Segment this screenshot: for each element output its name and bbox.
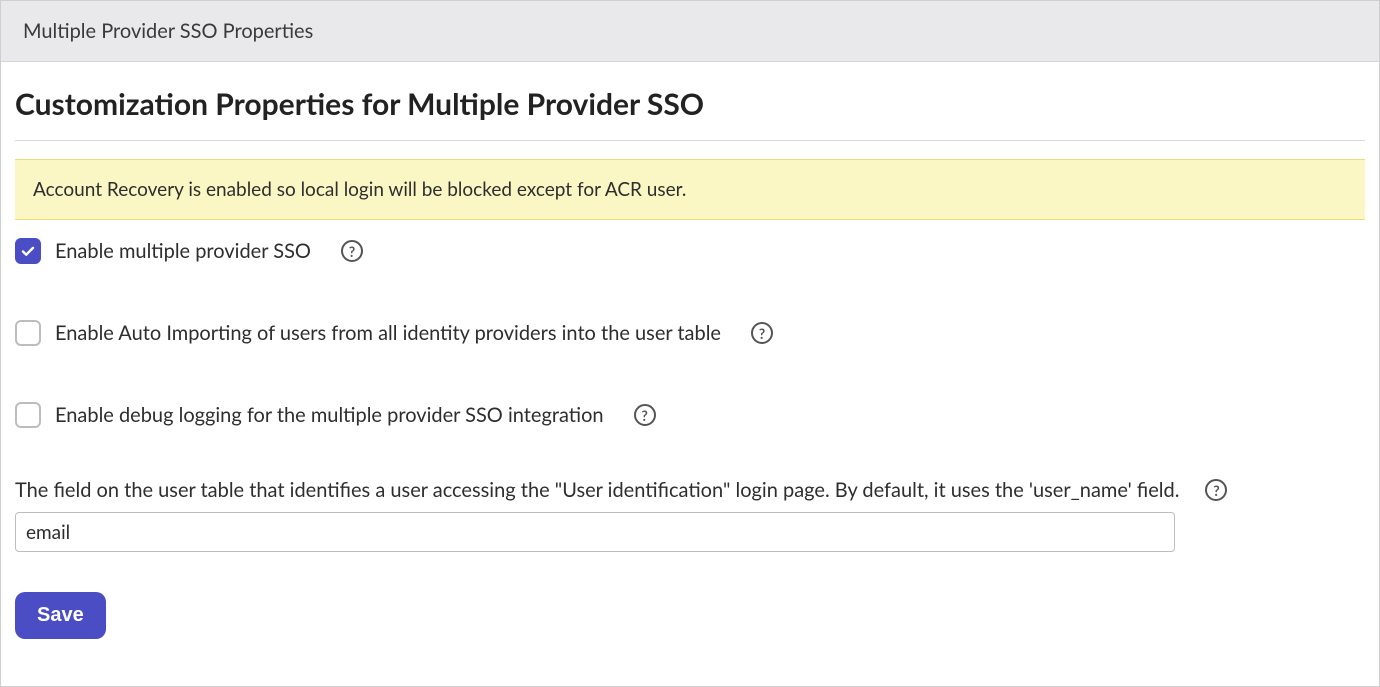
- label-auto-import: Enable Auto Importing of users from all …: [55, 321, 721, 345]
- divider: [15, 140, 1365, 141]
- properties-window: Multiple Provider SSO Properties Customi…: [0, 0, 1380, 687]
- window-title: Multiple Provider SSO Properties: [23, 19, 313, 43]
- checkbox-auto-import[interactable]: [15, 320, 41, 346]
- label-debug-log: Enable debug logging for the multiple pr…: [55, 403, 604, 427]
- help-icon[interactable]: ?: [1205, 479, 1227, 501]
- option-row-auto-import: Enable Auto Importing of users from all …: [15, 320, 1365, 346]
- page-title: Customization Properties for Multiple Pr…: [15, 86, 1365, 122]
- option-row-debug-log: Enable debug logging for the multiple pr…: [15, 402, 1365, 428]
- user-field-label: The field on the user table that identif…: [15, 478, 1179, 502]
- help-icon[interactable]: ?: [341, 240, 363, 262]
- user-field-input[interactable]: [15, 512, 1175, 552]
- info-banner-text: Account Recovery is enabled so local log…: [33, 178, 686, 201]
- help-icon[interactable]: ?: [751, 322, 773, 344]
- window-titlebar: Multiple Provider SSO Properties: [1, 1, 1379, 62]
- label-enable-sso: Enable multiple provider SSO: [55, 239, 311, 263]
- check-icon: [20, 243, 36, 259]
- option-row-enable-sso: Enable multiple provider SSO ?: [15, 238, 1365, 264]
- user-field-label-row: The field on the user table that identif…: [15, 478, 1365, 502]
- save-button[interactable]: Save: [15, 592, 106, 639]
- checkbox-enable-sso[interactable]: [15, 238, 41, 264]
- checkbox-debug-log[interactable]: [15, 402, 41, 428]
- user-field-block: The field on the user table that identif…: [15, 478, 1365, 552]
- help-icon[interactable]: ?: [634, 404, 656, 426]
- content-area: Customization Properties for Multiple Pr…: [1, 62, 1379, 686]
- info-banner: Account Recovery is enabled so local log…: [15, 159, 1365, 220]
